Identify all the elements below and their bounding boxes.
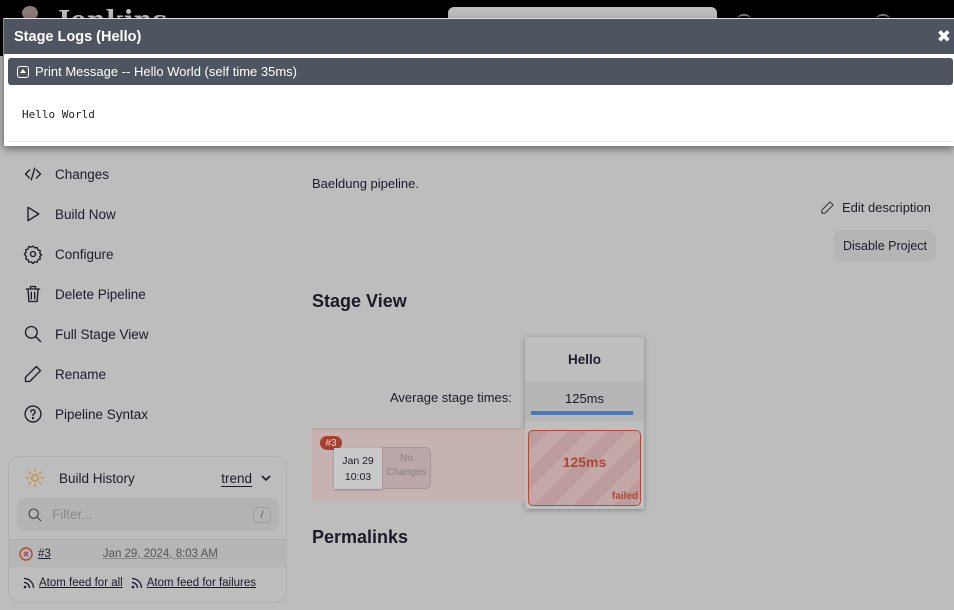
build-row[interactable]: #3 Jan 29, 2024, 8:03 AM bbox=[9, 539, 286, 567]
failed-status-icon bbox=[19, 546, 33, 561]
permalinks-heading: Permalinks bbox=[312, 527, 409, 547]
rss-icon bbox=[131, 577, 142, 589]
trend-link[interactable]: trend bbox=[221, 471, 252, 486]
rss-icon bbox=[23, 577, 35, 589]
close-icon[interactable]: ✖ bbox=[937, 27, 951, 47]
search-icon bbox=[22, 323, 44, 345]
help-icon bbox=[22, 403, 44, 425]
build-filter-input[interactable] bbox=[52, 507, 242, 522]
sidebar-item-label: Configure bbox=[55, 246, 114, 262]
average-time-bar bbox=[531, 411, 633, 415]
log-step-label: Print Message -- Hello World (self time … bbox=[35, 64, 297, 79]
sidebar-item-pipeline-syntax[interactable]: Pipeline Syntax bbox=[22, 402, 148, 426]
stage-average-value: 125ms bbox=[564, 391, 605, 406]
sidebar-item-configure[interactable]: Configure bbox=[22, 242, 114, 266]
modal-header: Stage Logs (Hello) ✖ bbox=[4, 18, 954, 54]
weather-sunny-icon bbox=[26, 469, 44, 487]
build-date-link[interactable]: Jan 29, 2024, 8:03 AM bbox=[103, 548, 218, 560]
run-date: Jan 29 10:03 bbox=[334, 448, 382, 489]
modal-divider bbox=[8, 141, 953, 142]
sidebar-item-label: Changes bbox=[55, 166, 110, 182]
log-step-header[interactable]: Print Message -- Hello World (self time … bbox=[8, 58, 953, 85]
stage-logs-modal: Stage Logs (Hello) ✖ Print Message -- He… bbox=[3, 18, 954, 146]
collapse-icon[interactable] bbox=[17, 65, 29, 78]
modal-title: Stage Logs (Hello) bbox=[14, 28, 142, 45]
sidebar-item-rename[interactable]: Rename bbox=[22, 362, 106, 386]
atom-feed-failures-link[interactable]: Atom feed for failures bbox=[147, 577, 256, 589]
code-icon bbox=[22, 163, 44, 185]
trash-icon bbox=[22, 283, 44, 305]
stage-average-time: 125ms bbox=[525, 383, 644, 421]
average-stage-times-label: Average stage times: bbox=[390, 390, 512, 405]
chevron-down-icon[interactable] bbox=[260, 472, 272, 484]
log-output: Hello World bbox=[22, 108, 95, 121]
search-icon bbox=[28, 507, 42, 521]
sidebar-item-build-now[interactable]: Build Now bbox=[22, 202, 116, 226]
sidebar-item-label: Full Stage View bbox=[55, 326, 149, 342]
pencil-icon bbox=[821, 201, 834, 214]
stage-view-heading: Stage View bbox=[312, 291, 407, 311]
run-date-time: 10:03 bbox=[344, 471, 372, 483]
stage-header: Hello bbox=[525, 337, 644, 383]
atom-feed-all-link[interactable]: Atom feed for all bbox=[39, 577, 123, 589]
sidebar-item-label: Delete Pipeline bbox=[55, 286, 146, 302]
run-changes-line2: Changes bbox=[386, 467, 427, 478]
play-icon bbox=[22, 203, 44, 225]
pencil-icon bbox=[22, 363, 44, 385]
sidebar-item-label: Rename bbox=[55, 366, 107, 382]
sidebar-item-full-stage-view[interactable]: Full Stage View bbox=[22, 322, 149, 346]
sidebar-item-delete-pipeline[interactable]: Delete Pipeline bbox=[22, 282, 146, 306]
keyboard-shortcut-hint: / bbox=[253, 507, 271, 523]
edit-description-link[interactable]: Edit description bbox=[820, 200, 931, 215]
gear-icon bbox=[22, 243, 44, 265]
disable-project-button[interactable]: Disable Project bbox=[834, 230, 936, 262]
build-number-link[interactable]: #3 bbox=[38, 548, 51, 560]
run-changes[interactable]: No Changes bbox=[382, 447, 431, 489]
stage-cell-failed[interactable]: 125ms failed bbox=[528, 430, 641, 506]
run-date-day: Jan 29 bbox=[342, 455, 374, 467]
build-filter: / bbox=[17, 498, 279, 531]
run-changes-line1: No bbox=[400, 453, 413, 464]
build-history-title: Build History bbox=[59, 470, 135, 486]
sidebar-item-label: Build Now bbox=[55, 206, 116, 222]
sidebar-item-changes[interactable]: Changes bbox=[22, 162, 109, 186]
jenkins-logo-text[interactable]: Jenkins bbox=[58, 4, 167, 18]
build-history-panel: Build History trend / #3 Jan 29, 2024, 8… bbox=[8, 456, 287, 603]
project-description: Baeldung pipeline. bbox=[312, 176, 419, 191]
sidebar-item-label: Pipeline Syntax bbox=[55, 406, 149, 422]
stage-cell-status: failed bbox=[611, 491, 638, 502]
stage-cell-duration: 125ms bbox=[562, 454, 607, 470]
edit-description-label: Edit description bbox=[842, 200, 931, 215]
